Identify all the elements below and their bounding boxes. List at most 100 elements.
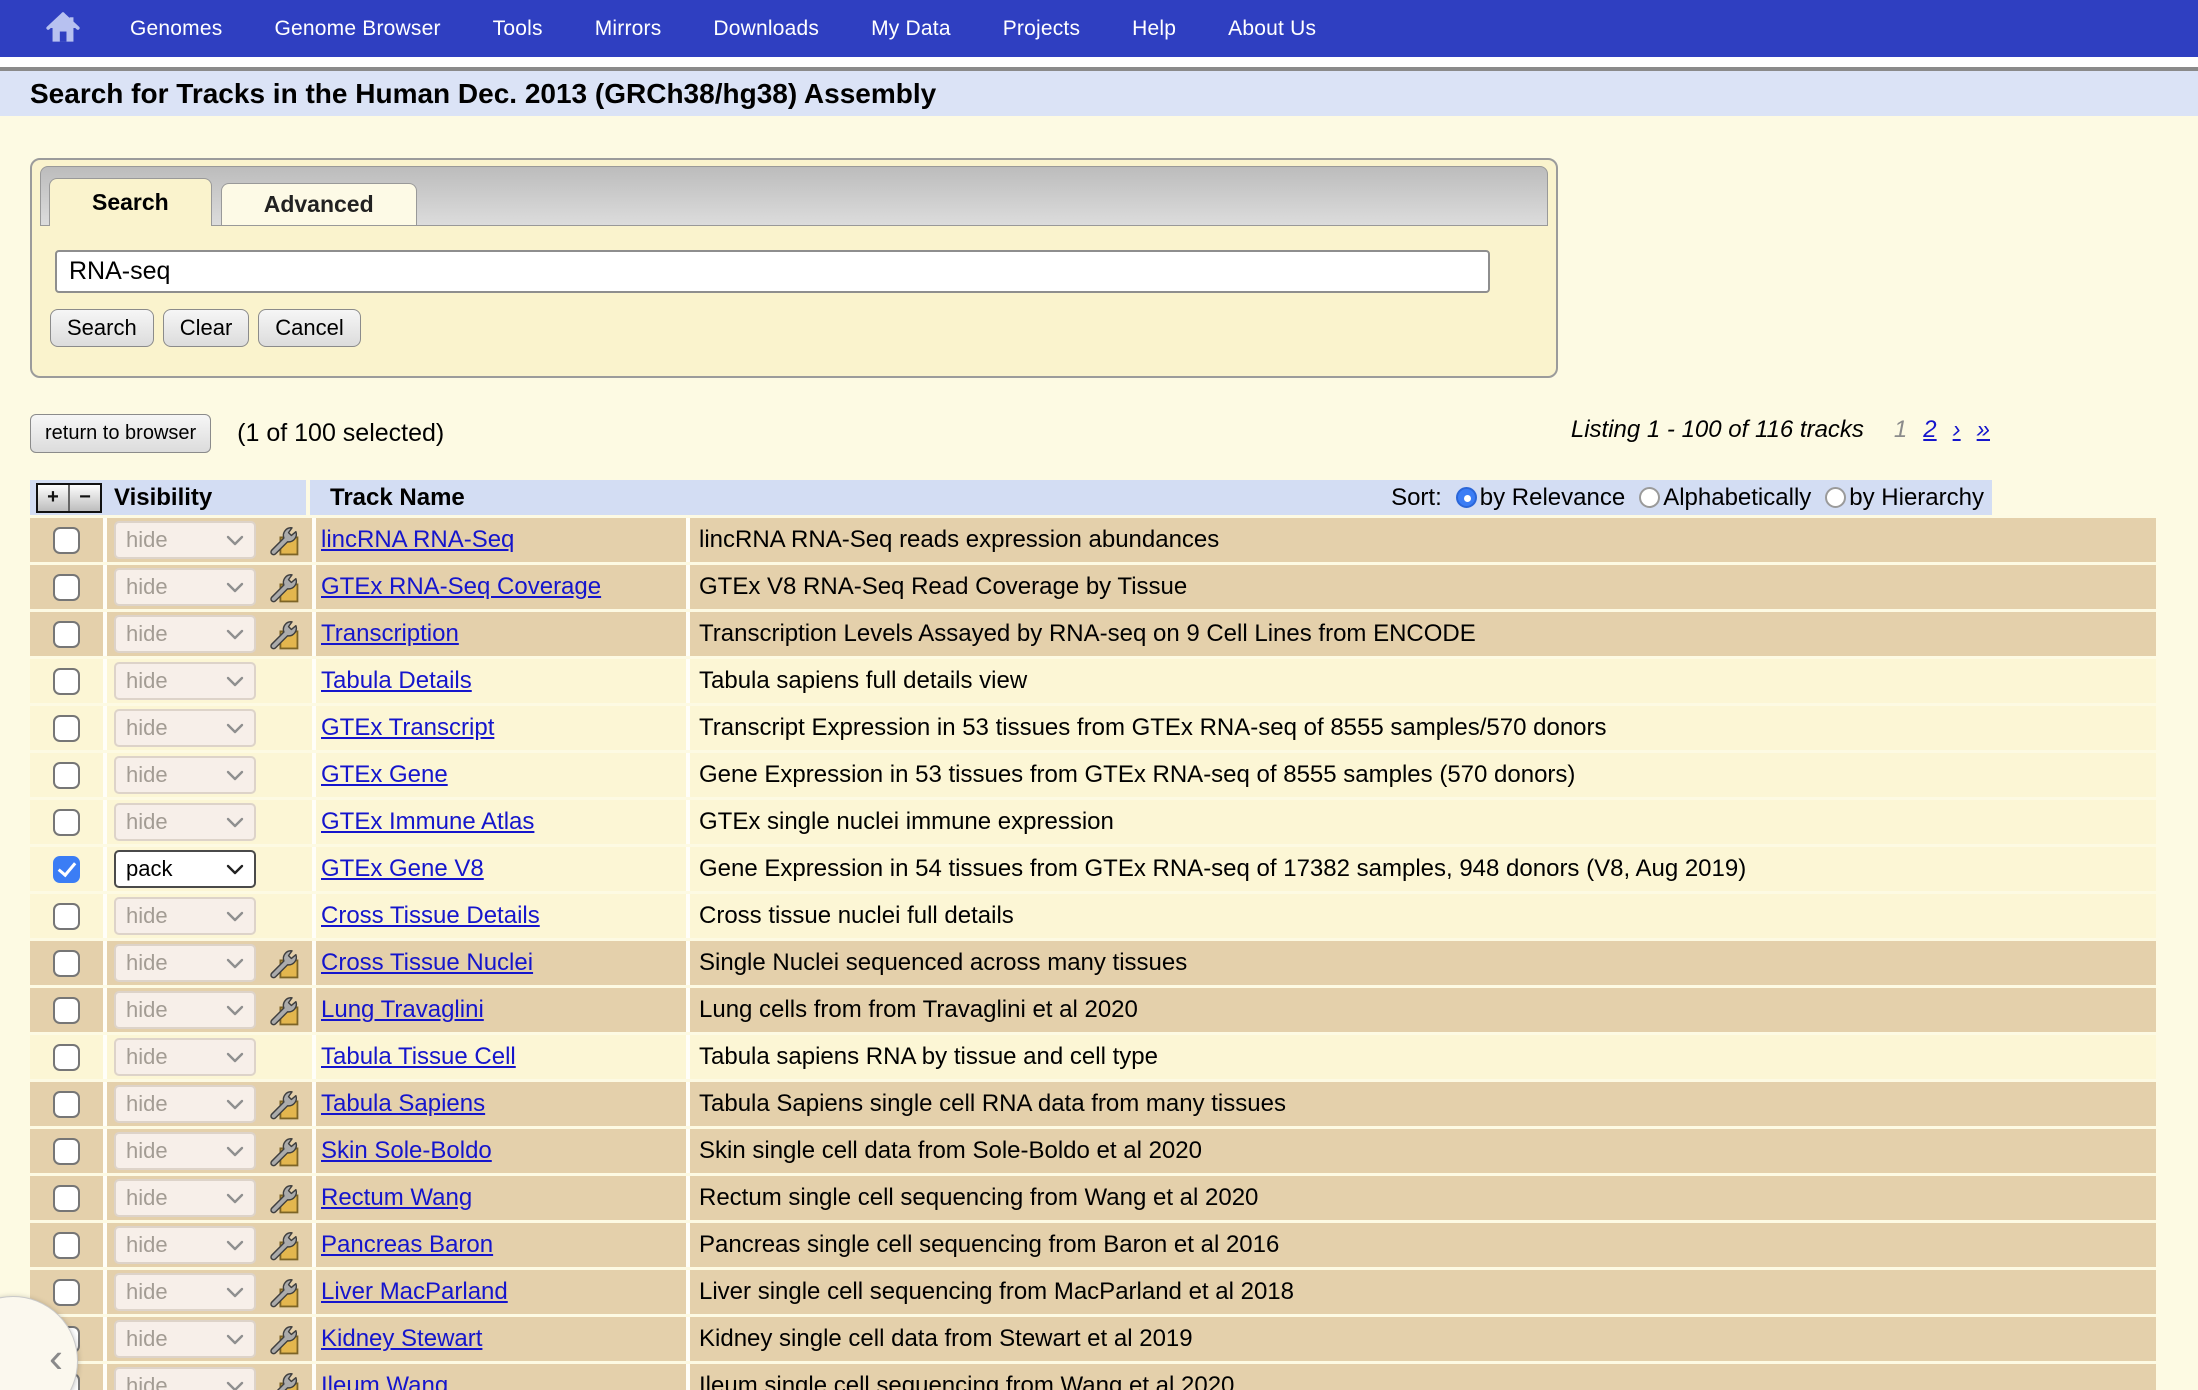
nav-item-projects[interactable]: Projects (1003, 17, 1080, 41)
home-icon[interactable] (44, 10, 82, 48)
wrench-icon[interactable] (268, 619, 299, 650)
track-link[interactable]: Tabula Details (321, 667, 472, 695)
row-name-cell: Tabula Tissue Cell (316, 1035, 686, 1079)
nav-item-genomes[interactable]: Genomes (130, 17, 222, 41)
chevron-down-icon (226, 1287, 244, 1298)
row-checkbox[interactable] (53, 668, 80, 695)
track-link[interactable]: Cross Tissue Nuclei (321, 949, 533, 977)
track-link[interactable]: Tabula Sapiens (321, 1090, 485, 1118)
expand-all-button[interactable]: + (38, 485, 68, 511)
return-to-browser-button[interactable]: return to browser (30, 414, 211, 453)
wrench-icon[interactable] (268, 525, 299, 556)
track-link[interactable]: Pancreas Baron (321, 1231, 493, 1259)
row-checkbox[interactable] (53, 1091, 80, 1118)
row-checkbox[interactable] (53, 1044, 80, 1071)
visibility-select[interactable]: hide (114, 615, 256, 653)
search-panel: Search Advanced Search Clear Cancel (30, 158, 1558, 378)
collapse-all-button[interactable]: − (68, 485, 100, 511)
wrench-icon[interactable] (268, 1183, 299, 1214)
wrench-icon[interactable] (268, 1089, 299, 1120)
sort-alphabetically[interactable]: Alphabetically (1639, 484, 1811, 512)
row-checkbox[interactable] (53, 715, 80, 742)
clear-button[interactable]: Clear (163, 309, 250, 347)
cancel-button[interactable]: Cancel (258, 309, 360, 347)
visibility-select[interactable]: pack (114, 850, 256, 888)
row-checkbox[interactable] (53, 997, 80, 1024)
nav-item-downloads[interactable]: Downloads (713, 17, 819, 41)
nav-item-tools[interactable]: Tools (493, 17, 543, 41)
radio-by-relevance[interactable] (1456, 487, 1477, 508)
visibility-select[interactable]: hide (114, 1132, 256, 1170)
wrench-icon[interactable] (268, 1277, 299, 1308)
search-input[interactable] (55, 250, 1490, 293)
radio-alphabetically[interactable] (1639, 487, 1660, 508)
nav-item-genome-browser[interactable]: Genome Browser (274, 17, 440, 41)
nav-item-help[interactable]: Help (1132, 17, 1176, 41)
visibility-select[interactable]: hide (114, 991, 256, 1029)
visibility-select[interactable]: hide (114, 1367, 256, 1390)
page-next-link[interactable]: › (1953, 416, 1961, 444)
track-link[interactable]: GTEx Immune Atlas (321, 808, 534, 836)
visibility-select[interactable]: hide (114, 803, 256, 841)
nav-item-mirrors[interactable]: Mirrors (595, 17, 662, 41)
tab-search[interactable]: Search (49, 178, 212, 226)
visibility-select[interactable]: hide (114, 756, 256, 794)
row-checkbox[interactable] (53, 527, 80, 554)
visibility-select[interactable]: hide (114, 1038, 256, 1076)
visibility-select[interactable]: hide (114, 568, 256, 606)
row-checkbox[interactable] (53, 762, 80, 789)
track-link[interactable]: Lung Travaglini (321, 996, 484, 1024)
track-link[interactable]: GTEx Transcript (321, 714, 494, 742)
row-checkbox[interactable] (53, 903, 80, 930)
row-checkbox[interactable] (53, 809, 80, 836)
visibility-select[interactable]: hide (114, 1273, 256, 1311)
nav-item-my-data[interactable]: My Data (871, 17, 951, 41)
visibility-select[interactable]: hide (114, 709, 256, 747)
visibility-select[interactable]: hide (114, 521, 256, 559)
row-checkbox[interactable] (53, 1279, 80, 1306)
wrench-icon[interactable] (268, 1230, 299, 1261)
track-link[interactable]: Kidney Stewart (321, 1325, 482, 1353)
track-link[interactable]: Rectum Wang (321, 1184, 472, 1212)
nav-item-about-us[interactable]: About Us (1228, 17, 1316, 41)
track-link[interactable]: GTEx RNA-Seq Coverage (321, 573, 601, 601)
wrench-icon[interactable] (268, 1136, 299, 1167)
sort-by-relevance[interactable]: by Relevance (1456, 484, 1625, 512)
wrench-icon[interactable] (268, 572, 299, 603)
track-link[interactable]: Ileum Wang (321, 1372, 448, 1390)
wrench-icon[interactable] (268, 1371, 299, 1390)
track-link[interactable]: Skin Sole-Boldo (321, 1137, 492, 1165)
search-button[interactable]: Search (50, 309, 154, 347)
visibility-select[interactable]: hide (114, 1085, 256, 1123)
visibility-select[interactable]: hide (114, 1179, 256, 1217)
row-checkbox[interactable] (53, 1232, 80, 1259)
tab-advanced[interactable]: Advanced (221, 183, 417, 225)
visibility-select[interactable]: hide (114, 944, 256, 982)
row-checkbox[interactable] (53, 950, 80, 977)
table-row: hide Pancreas Baron Pancreas single cell… (30, 1223, 2155, 1267)
radio-by-hierarchy[interactable] (1825, 487, 1846, 508)
row-checkbox[interactable] (53, 1185, 80, 1212)
visibility-select[interactable]: hide (114, 897, 256, 935)
track-link[interactable]: GTEx Gene V8 (321, 855, 484, 883)
visibility-select[interactable]: hide (114, 1320, 256, 1358)
track-link[interactable]: Cross Tissue Details (321, 902, 540, 930)
track-link[interactable]: lincRNA RNA-Seq (321, 526, 514, 554)
row-checkbox[interactable] (53, 574, 80, 601)
visibility-select[interactable]: hide (114, 662, 256, 700)
chevron-left-icon: ‹ (49, 1334, 63, 1382)
track-link[interactable]: Tabula Tissue Cell (321, 1043, 516, 1071)
visibility-select[interactable]: hide (114, 1226, 256, 1264)
row-checkbox[interactable] (53, 621, 80, 648)
track-link[interactable]: GTEx Gene (321, 761, 448, 789)
page-number-2[interactable]: 2 (1923, 416, 1936, 444)
row-checkbox[interactable] (53, 1138, 80, 1165)
wrench-icon[interactable] (268, 948, 299, 979)
wrench-icon[interactable] (268, 1324, 299, 1355)
sort-by-hierarchy[interactable]: by Hierarchy (1825, 484, 1984, 512)
track-link[interactable]: Transcription (321, 620, 459, 648)
wrench-icon[interactable] (268, 995, 299, 1026)
track-link[interactable]: Liver MacParland (321, 1278, 508, 1306)
row-checkbox[interactable] (53, 856, 80, 883)
page-last-link[interactable]: » (1977, 416, 1990, 444)
